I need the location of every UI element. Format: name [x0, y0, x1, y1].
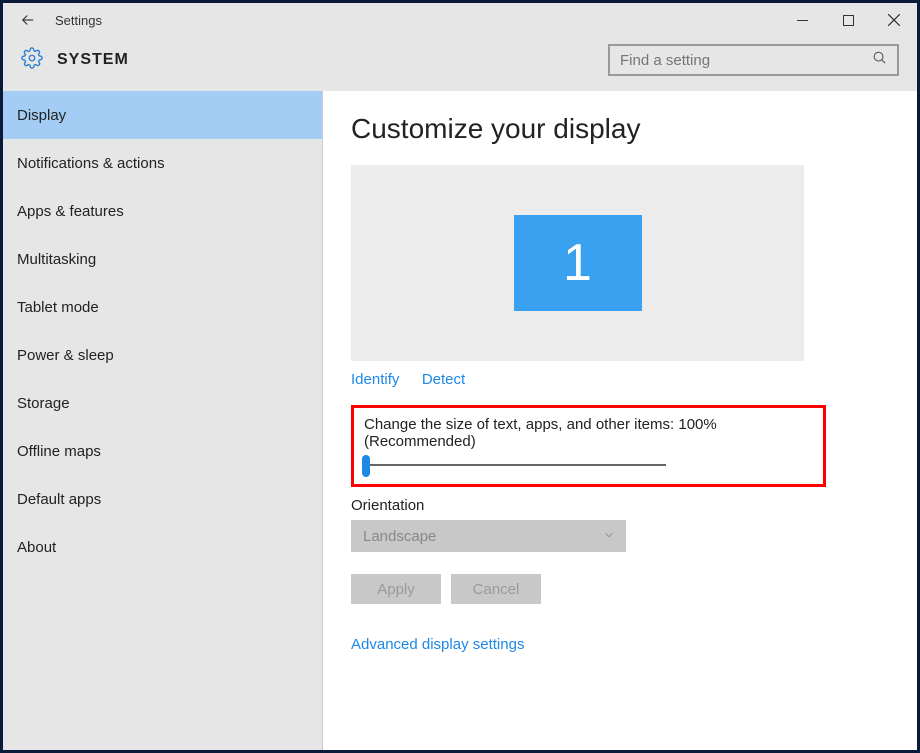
- sidebar-item-label: Power & sleep: [17, 347, 114, 364]
- minimize-button[interactable]: [779, 3, 825, 37]
- sidebar: Display Notifications & actions Apps & f…: [3, 91, 323, 750]
- titlebar: Settings: [3, 3, 917, 37]
- sidebar-item-storage[interactable]: Storage: [3, 379, 322, 427]
- slider-thumb[interactable]: [362, 455, 370, 477]
- search-icon: [872, 50, 887, 70]
- sidebar-item-label: Multitasking: [17, 251, 96, 268]
- search-box[interactable]: [608, 44, 899, 76]
- button-row: Apply Cancel: [351, 574, 889, 604]
- advanced-display-settings-link[interactable]: Advanced display settings: [351, 636, 889, 653]
- sidebar-item-display[interactable]: Display: [3, 91, 322, 139]
- cancel-button-label: Cancel: [473, 581, 520, 598]
- chevron-down-icon: [602, 528, 616, 546]
- minimize-icon: [797, 15, 808, 26]
- orientation-label: Orientation: [351, 497, 889, 514]
- close-icon: [888, 14, 900, 26]
- sidebar-item-default-apps[interactable]: Default apps: [3, 475, 322, 523]
- page-heading: Customize your display: [351, 113, 889, 145]
- orientation-value: Landscape: [363, 528, 436, 545]
- display-preview[interactable]: 1: [351, 165, 804, 361]
- arrow-left-icon: [19, 11, 37, 29]
- settings-window: Settings SYSTEM Display: [0, 0, 920, 753]
- sidebar-item-label: Apps & features: [17, 203, 124, 220]
- detect-link[interactable]: Detect: [422, 371, 465, 388]
- apply-button-label: Apply: [377, 581, 415, 598]
- sidebar-item-label: Default apps: [17, 491, 101, 508]
- sidebar-item-label: Tablet mode: [17, 299, 99, 316]
- body: Display Notifications & actions Apps & f…: [3, 91, 917, 750]
- monitor-number: 1: [563, 233, 592, 293]
- orientation-dropdown: Landscape: [351, 520, 626, 552]
- scale-section-highlight: Change the size of text, apps, and other…: [351, 405, 826, 487]
- scale-slider[interactable]: [364, 464, 813, 466]
- search-input[interactable]: [620, 52, 872, 69]
- window-controls: [779, 3, 917, 37]
- sidebar-item-multitasking[interactable]: Multitasking: [3, 235, 322, 283]
- close-button[interactable]: [871, 3, 917, 37]
- main-content: Customize your display 1 Identify Detect…: [323, 91, 917, 750]
- monitor-thumbnail[interactable]: 1: [514, 215, 642, 311]
- window-title: Settings: [55, 13, 779, 28]
- sidebar-item-tablet-mode[interactable]: Tablet mode: [3, 283, 322, 331]
- section-title: SYSTEM: [57, 51, 608, 69]
- sidebar-item-label: Display: [17, 107, 66, 124]
- sidebar-item-label: Storage: [17, 395, 70, 412]
- sidebar-item-label: About: [17, 539, 56, 556]
- sidebar-item-offline-maps[interactable]: Offline maps: [3, 427, 322, 475]
- apply-button: Apply: [351, 574, 441, 604]
- cancel-button: Cancel: [451, 574, 541, 604]
- back-button[interactable]: [13, 5, 43, 35]
- identify-link[interactable]: Identify: [351, 371, 399, 388]
- sidebar-item-notifications[interactable]: Notifications & actions: [3, 139, 322, 187]
- maximize-icon: [843, 15, 854, 26]
- sidebar-item-about[interactable]: About: [3, 523, 322, 571]
- orientation-section: Orientation Landscape: [351, 497, 889, 552]
- gear-icon: [21, 47, 43, 74]
- header: SYSTEM: [3, 37, 917, 91]
- display-links: Identify Detect: [351, 371, 889, 389]
- scale-label: Change the size of text, apps, and other…: [364, 416, 813, 450]
- sidebar-item-apps-features[interactable]: Apps & features: [3, 187, 322, 235]
- sidebar-item-power-sleep[interactable]: Power & sleep: [3, 331, 322, 379]
- maximize-button[interactable]: [825, 3, 871, 37]
- slider-track: [364, 464, 666, 466]
- sidebar-item-label: Notifications & actions: [17, 155, 165, 172]
- sidebar-item-label: Offline maps: [17, 443, 101, 460]
